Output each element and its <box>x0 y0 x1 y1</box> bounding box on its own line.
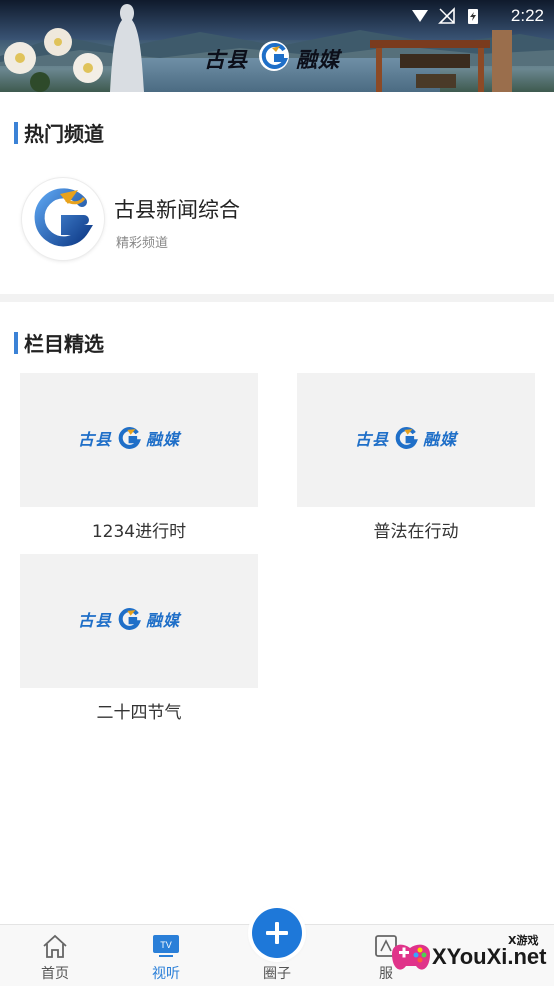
thumbnail-logo-g-icon <box>395 427 418 449</box>
channel-logo <box>22 178 104 260</box>
thumbnail-logo: 古县 融媒 <box>78 606 180 632</box>
thumbnail-logo-right: 融媒 <box>146 430 181 449</box>
status-bar: 2:22 <box>0 0 554 32</box>
status-icons <box>412 7 478 24</box>
section-divider <box>0 294 554 302</box>
thumbnail-logo: 古县 融媒 <box>78 425 180 451</box>
nav-tab-label: 视听 <box>152 966 180 982</box>
program-card[interactable]: 古县 融媒 普法在行动 <box>297 373 535 542</box>
thumbnail-logo-left: 古县 <box>78 611 113 630</box>
nav-tab-label: 圈子 <box>263 966 291 982</box>
banner-logo-left: 古县 <box>204 47 248 72</box>
thumbnail-logo-g-icon <box>118 608 141 630</box>
gamepad-watermark-icon <box>392 944 430 970</box>
section-title-text: 热门频道 <box>24 122 104 146</box>
banner-logo-right: 融媒 <box>296 47 340 72</box>
plus-icon <box>266 922 288 944</box>
thumbnail-logo-left: 古县 <box>78 430 113 449</box>
section-accent-bar <box>14 331 18 354</box>
thumbnail-logo-left: 古县 <box>355 430 390 449</box>
section-title-featured: 栏目精选 <box>14 328 104 357</box>
wifi-icon <box>412 10 428 22</box>
program-thumbnail: 古县 融媒 <box>20 554 258 688</box>
program-title: 普法在行动 <box>373 522 459 542</box>
program-card[interactable]: 古县 融媒 1234进行时 <box>20 373 258 542</box>
program-thumbnail: 古县 融媒 <box>20 373 258 507</box>
nav-tab-audiovisual[interactable]: TV 视听 <box>126 931 206 983</box>
tv-icon: TV <box>126 931 206 959</box>
home-icon <box>15 931 95 959</box>
section-title-text: 栏目精选 <box>24 332 104 356</box>
thumbnail-logo-right: 融媒 <box>146 611 181 630</box>
watermark-text: XYouXi.net <box>432 944 547 969</box>
section-accent-bar <box>14 121 18 144</box>
app-screen: 古县 融媒 2:22 热门频道 古县新闻综合 精彩频道 栏目精选 古县 融媒 1… <box>0 0 554 986</box>
banner-archway <box>370 30 512 92</box>
program-title: 二十四节气 <box>96 703 182 723</box>
thumbnail-logo: 古县 融媒 <box>355 425 457 451</box>
thumbnail-logo-right: 融媒 <box>423 430 458 449</box>
add-post-button[interactable] <box>252 908 302 958</box>
status-time: 2:22 <box>510 6 544 25</box>
tv-badge-text: TV <box>160 940 172 950</box>
program-title: 1234进行时 <box>91 522 187 542</box>
watermark: X游戏 XYouXi.net <box>384 928 554 986</box>
nav-tab-label: 首页 <box>41 966 69 982</box>
program-thumbnail: 古县 融媒 <box>297 373 535 507</box>
section-title-hot-channels: 热门频道 <box>14 118 104 147</box>
channel-logo-g-icon <box>34 188 93 247</box>
channel-item[interactable]: 古县新闻综合 精彩频道 <box>22 178 422 262</box>
thumbnail-logo-g-icon <box>118 427 141 449</box>
program-card[interactable]: 古县 融媒 二十四节气 <box>20 554 258 723</box>
channel-subtitle: 精彩频道 <box>116 236 169 251</box>
banner-logo-g-icon <box>259 41 289 71</box>
nav-tab-home[interactable]: 首页 <box>15 931 95 983</box>
header-banner: 古县 融媒 2:22 <box>0 0 554 92</box>
channel-name: 古县新闻综合 <box>114 198 240 222</box>
